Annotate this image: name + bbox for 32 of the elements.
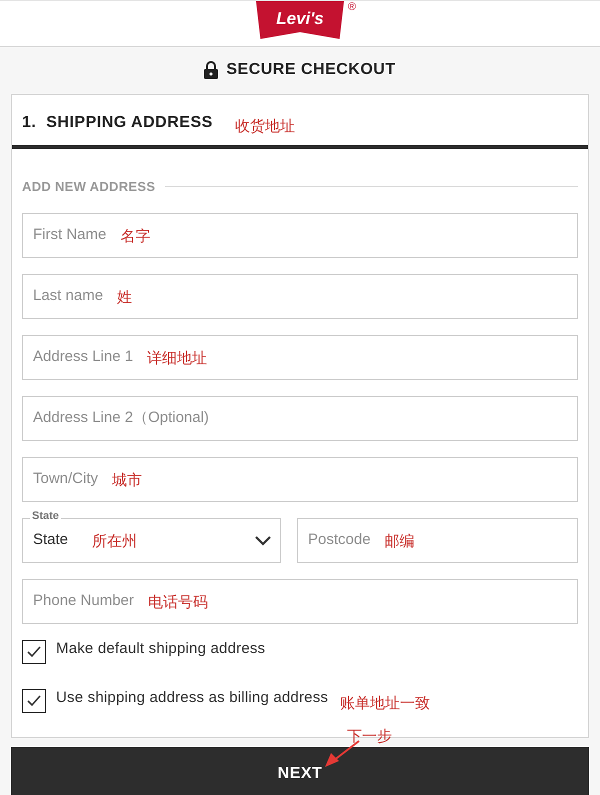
chevron-down-icon: [254, 534, 272, 546]
annotation-note: 名字: [120, 226, 150, 248]
annotation-note: 下一步: [347, 726, 392, 747]
registered-mark: ®: [348, 0, 356, 15]
annotation-note: 城市: [112, 470, 142, 492]
annotation-note: 详细地址: [147, 348, 208, 370]
checkbox-label: Use shipping address as billing address: [56, 688, 328, 708]
page-title: SECURE CHECKOUT: [226, 60, 396, 80]
input-field[interactable]: Address Line 2（Optional): [33, 407, 209, 430]
checkbox[interactable]: [22, 688, 46, 713]
check-icon: [27, 646, 41, 658]
checkbox[interactable]: [22, 640, 46, 664]
lock-icon: [204, 61, 218, 80]
annotation-note: 所在州: [92, 531, 138, 552]
input-field[interactable]: Last name: [33, 285, 104, 308]
section-heading: 1. SHIPPING ADDRESS: [22, 112, 213, 132]
annotation-note: 账单地址一致: [340, 692, 430, 714]
checkbox-label: Make default shipping address: [56, 639, 266, 659]
check-icon: [27, 694, 41, 707]
annotation-note: 邮编: [384, 531, 415, 552]
input-field[interactable]: Phone Number: [33, 590, 134, 613]
input-field[interactable]: Postcode: [308, 529, 371, 552]
annotation-note: 收货地址: [234, 116, 295, 136]
input-field[interactable]: First Name: [33, 224, 106, 247]
subheading: ADD NEW ADDRESS: [22, 178, 156, 196]
state-select[interactable]: State 所在州: [22, 518, 281, 563]
input-field[interactable]: Address Line 1: [33, 346, 134, 369]
logo[interactable]: Levi's: [256, 1, 344, 39]
input-field[interactable]: Town/City: [33, 468, 98, 491]
annotation-note: 电话号码: [148, 592, 208, 614]
annotation-note: 姓: [117, 287, 132, 308]
next-button[interactable]: NEXT: [11, 747, 589, 795]
